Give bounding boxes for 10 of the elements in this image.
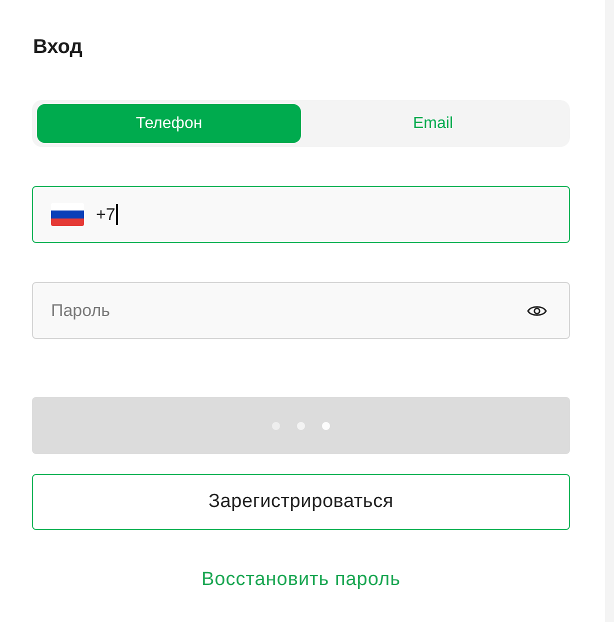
register-button[interactable]: Зарегистрироваться bbox=[32, 474, 570, 530]
login-title: Вход bbox=[32, 35, 82, 60]
loading-dot-icon bbox=[322, 422, 330, 430]
phone-input-field[interactable]: +7 bbox=[32, 186, 570, 243]
restore-password-link[interactable]: Восстановить пароль bbox=[202, 569, 400, 591]
flag-icon bbox=[51, 203, 84, 226]
password-input-field[interactable]: Пароль bbox=[32, 282, 570, 339]
tab[interactable]: Телефон bbox=[37, 104, 301, 143]
eye-icon[interactable] bbox=[527, 304, 547, 318]
tab[interactable]: Email bbox=[301, 104, 565, 143]
